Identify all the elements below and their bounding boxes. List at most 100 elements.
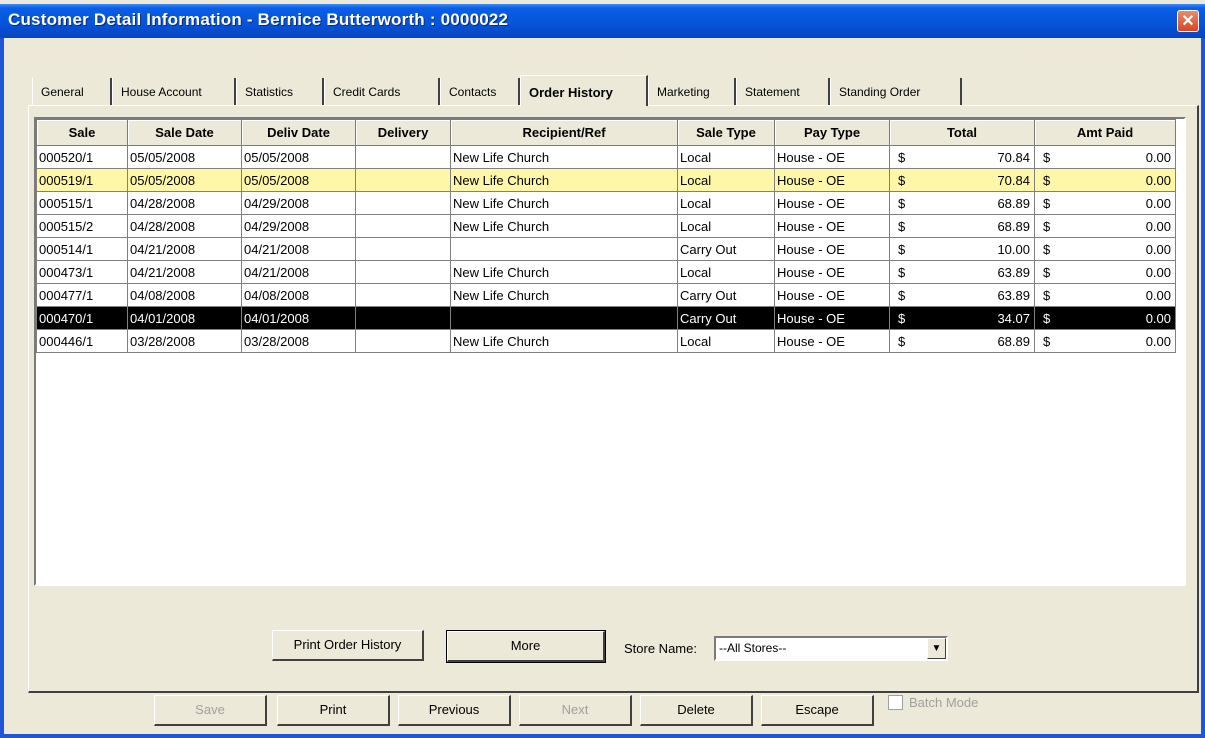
tab-marketing[interactable]: Marketing — [648, 78, 736, 105]
amount-value: 0.00 — [1145, 149, 1171, 165]
cell-sale: 000520/1 — [36, 145, 128, 169]
currency-symbol: $ — [1043, 310, 1051, 326]
table-row[interactable]: 000515/2 04/28/2008 04/29/2008 New Life Chu… — [36, 214, 1176, 238]
col-header-total[interactable]: Total — [889, 119, 1035, 146]
table-row[interactable]: 000520/1 05/05/2008 05/05/2008 New Life Chu… — [36, 145, 1176, 169]
currency-symbol: $ — [898, 218, 906, 234]
cell-sale-date: 04/28/2008 — [127, 214, 242, 238]
previous-button[interactable]: Previous — [398, 695, 511, 726]
tab-credit-cards[interactable]: Credit Cards — [324, 78, 440, 105]
amount-value: 34.07 — [997, 310, 1030, 326]
amount-value: 0.00 — [1145, 333, 1171, 349]
more-button[interactable]: More — [446, 630, 606, 663]
col-header-deliv-date[interactable]: Deliv Date — [241, 119, 356, 146]
currency-symbol: $ — [898, 287, 906, 303]
amount-value: 68.89 — [997, 218, 1030, 234]
chevron-down-icon[interactable]: ▼ — [927, 638, 946, 659]
amount-value: 0.00 — [1145, 241, 1171, 257]
cell-sale-date: 05/05/2008 — [127, 145, 242, 169]
cell-total: $63.89 — [889, 260, 1035, 284]
cell-sale-type: Local — [677, 145, 775, 169]
order-history-grid[interactable]: Sale Sale Date Deliv Date Delivery Recip… — [34, 117, 1186, 586]
cell-deliv-date: 04/08/2008 — [241, 283, 356, 307]
tab-contacts[interactable]: Contacts — [440, 78, 520, 105]
cell-sale-type: Local — [677, 214, 775, 238]
tab-standing-order[interactable]: Standing Order — [830, 78, 962, 105]
amount-value: 63.89 — [997, 287, 1030, 303]
currency-symbol: $ — [1043, 172, 1051, 188]
amount-value: 0.00 — [1145, 218, 1171, 234]
col-header-delivery[interactable]: Delivery — [355, 119, 451, 146]
tab-statement[interactable]: Statement — [736, 78, 830, 105]
cell-delivery — [355, 283, 451, 307]
cell-recipient — [450, 306, 678, 330]
save-button[interactable]: Save — [154, 695, 267, 726]
cell-deliv-date: 03/28/2008 — [241, 329, 356, 353]
cell-deliv-date: 04/21/2008 — [241, 237, 356, 261]
table-row[interactable]: 000515/1 04/28/2008 04/29/2008 New Life Chu… — [36, 191, 1176, 215]
cell-deliv-date: 04/29/2008 — [241, 191, 356, 215]
cell-delivery — [355, 237, 451, 261]
cell-sale: 000515/1 — [36, 191, 128, 215]
col-header-sale-type[interactable]: Sale Type — [677, 119, 775, 146]
print-order-history-button[interactable]: Print Order History — [272, 630, 424, 661]
currency-symbol: $ — [898, 264, 906, 280]
amount-value: 70.84 — [997, 149, 1030, 165]
currency-symbol: $ — [898, 149, 906, 165]
batch-mode-checkbox[interactable] — [888, 695, 903, 710]
table-row[interactable]: 000446/1 03/28/2008 03/28/2008 New Life Chu… — [36, 329, 1176, 353]
store-name-select[interactable]: --All Stores-- ▼ — [714, 636, 948, 661]
cell-total: $10.00 — [889, 237, 1035, 261]
cell-delivery — [355, 329, 451, 353]
next-button[interactable]: Next — [519, 695, 632, 726]
table-row[interactable]: 000514/1 04/21/2008 04/21/2008 Carry Out Hou… — [36, 237, 1176, 261]
col-header-sale[interactable]: Sale — [36, 119, 128, 146]
currency-symbol: $ — [898, 333, 906, 349]
tab-statistics[interactable]: Statistics — [236, 78, 324, 105]
cell-total: $70.84 — [889, 168, 1035, 192]
cell-sale-date: 04/21/2008 — [127, 260, 242, 284]
cell-sale-date: 04/08/2008 — [127, 283, 242, 307]
cell-sale: 000473/1 — [36, 260, 128, 284]
currency-symbol: $ — [1043, 333, 1051, 349]
cell-delivery — [355, 260, 451, 284]
cell-sale-date: 04/21/2008 — [127, 237, 242, 261]
cell-amt-paid: $0.00 — [1034, 237, 1176, 261]
title-bar[interactable]: Customer Detail Information - Bernice Bu… — [0, 4, 1205, 38]
col-header-amt-paid[interactable]: Amt Paid — [1034, 119, 1176, 146]
currency-symbol: $ — [1043, 218, 1051, 234]
window-title: Customer Detail Information - Bernice Bu… — [8, 10, 509, 29]
close-icon[interactable]: ✕ — [1177, 10, 1199, 32]
col-header-sale-date[interactable]: Sale Date — [127, 119, 242, 146]
tab-order-history[interactable]: Order History — [520, 75, 648, 106]
cell-amt-paid: $0.00 — [1034, 329, 1176, 353]
currency-symbol: $ — [1043, 149, 1051, 165]
escape-button[interactable]: Escape — [761, 695, 874, 726]
cell-pay-type: House - OE — [774, 214, 890, 238]
table-row[interactable]: 000473/1 04/21/2008 04/21/2008 New Life Chu… — [36, 260, 1176, 284]
cell-total: $70.84 — [889, 145, 1035, 169]
table-row[interactable]: 000519/1 05/05/2008 05/05/2008 New Life Chu… — [36, 168, 1176, 192]
table-row[interactable]: 000477/1 04/08/2008 04/08/2008 New Life Chu… — [36, 283, 1176, 307]
customer-detail-window: Customer Detail Information - Bernice Bu… — [0, 4, 1205, 738]
cell-sale-date: 03/28/2008 — [127, 329, 242, 353]
col-header-recipient[interactable]: Recipient/Ref — [450, 119, 678, 146]
cell-total: $63.89 — [889, 283, 1035, 307]
col-header-pay-type[interactable]: Pay Type — [774, 119, 890, 146]
cell-amt-paid: $0.00 — [1034, 191, 1176, 215]
delete-button[interactable]: Delete — [640, 695, 753, 726]
cell-deliv-date: 04/21/2008 — [241, 260, 356, 284]
amount-value: 0.00 — [1145, 310, 1171, 326]
tab-general[interactable]: General — [32, 78, 112, 105]
cell-delivery — [355, 168, 451, 192]
amount-value: 68.89 — [997, 195, 1030, 211]
cell-total: $68.89 — [889, 214, 1035, 238]
table-row[interactable]: 000470/1 04/01/2008 04/01/2008 Carry Out Hou… — [36, 306, 1176, 330]
amount-value: 0.00 — [1145, 195, 1171, 211]
print-button[interactable]: Print — [277, 695, 390, 726]
cell-sale: 000515/2 — [36, 214, 128, 238]
cell-delivery — [355, 214, 451, 238]
tab-house-account[interactable]: House Account — [112, 78, 236, 105]
cell-sale-date: 05/05/2008 — [127, 168, 242, 192]
client-area: General House Account Statistics Credit … — [4, 38, 1201, 734]
